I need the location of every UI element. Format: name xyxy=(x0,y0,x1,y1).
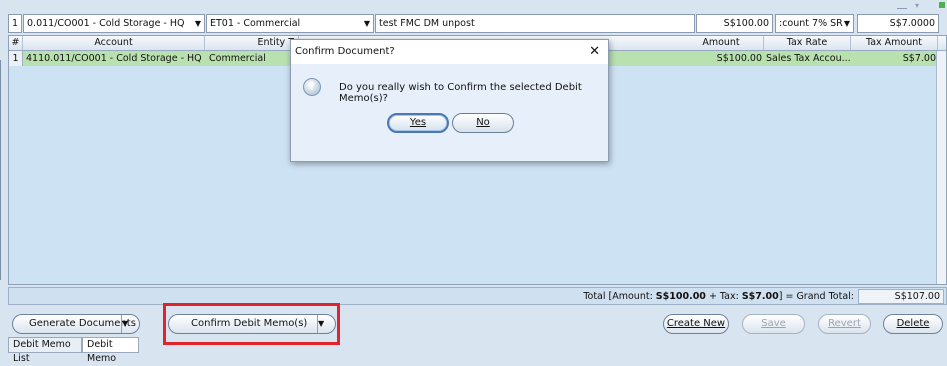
row-tax-amount: S$7.00 xyxy=(902,53,936,64)
entity-type-select[interactable]: ET01 - Commercial ▼ xyxy=(206,14,374,33)
tax-rate-value: :count 7% SR xyxy=(779,18,843,29)
vertical-scrollbar[interactable] xyxy=(936,51,946,284)
account-select[interactable]: 0.011/CO001 - Cold Storage - HQ ▼ xyxy=(23,14,205,33)
tab-debit-memo[interactable]: Debit Memo xyxy=(82,337,139,364)
totals-mid: + Tax: xyxy=(705,291,742,302)
totals-summary: Total [Amount: S$100.00 + Tax: S$7.00] =… xyxy=(583,288,854,305)
dialog-message: Do you really wish to Confirm the select… xyxy=(339,82,582,104)
totals-suffix: ] = Grand Total: xyxy=(778,291,854,302)
save-label: Save xyxy=(761,318,786,329)
totals-prefix: Total [Amount: xyxy=(583,291,656,302)
chevron-down-icon[interactable]: ▼ xyxy=(364,15,370,32)
row-number: 1 xyxy=(9,51,23,66)
dialog-body: ? Do you really wish to Confirm the sele… xyxy=(291,64,608,161)
chevron-down-icon[interactable]: ▼ xyxy=(195,15,201,32)
totals-amount: S$100.00 xyxy=(655,291,706,302)
grand-total-value: S$107.00 xyxy=(858,289,944,304)
column-header-tax-rate[interactable]: Tax Rate xyxy=(764,36,851,50)
no-label: No xyxy=(476,117,490,128)
dialog-title: Confirm Document? xyxy=(295,46,395,57)
question-icon: ? xyxy=(303,78,321,96)
column-header-amount[interactable]: Amount xyxy=(679,36,764,50)
account-value: 0.011/CO001 - Cold Storage - HQ xyxy=(27,18,185,29)
chevron-down-icon[interactable]: ▼ xyxy=(844,15,850,32)
description-input[interactable]: test FMC DM unpost xyxy=(375,14,695,33)
save-button[interactable]: Save xyxy=(742,314,805,334)
confirm-document-dialog: Confirm Document? ✕ ? Do you really wish… xyxy=(290,39,609,162)
revert-label: Revert xyxy=(828,318,861,329)
window-controls: ▾ xyxy=(877,0,947,12)
create-new-button[interactable]: Create New xyxy=(663,314,729,334)
tab-debit-memo-list[interactable]: Debit Memo List xyxy=(8,337,82,364)
column-header-number[interactable]: # xyxy=(9,36,23,50)
column-header-account[interactable]: Account xyxy=(23,36,205,50)
status-indicator-icon xyxy=(939,2,945,8)
generate-documents-button[interactable]: Generate Documents ▼ xyxy=(12,314,140,334)
delete-label: Delete xyxy=(896,318,930,329)
column-header-entity-type[interactable]: Entity T xyxy=(205,36,299,50)
left-splitter[interactable] xyxy=(0,60,3,280)
row-amount: S$100.00 xyxy=(716,53,762,64)
revert-button[interactable]: Revert xyxy=(818,314,871,334)
tax-rate-select[interactable]: :count 7% SR ▼ xyxy=(775,14,854,33)
chevron-down-icon[interactable]: ▼ xyxy=(121,315,139,333)
edit-row: 1 0.011/CO001 - Cold Storage - HQ ▼ ET01… xyxy=(8,14,947,34)
edit-row-number: 1 xyxy=(8,14,22,33)
delete-button[interactable]: Delete xyxy=(883,314,943,334)
no-button[interactable]: No xyxy=(452,113,514,133)
totals-bar: Total [Amount: S$100.00 + Tax: S$7.00] =… xyxy=(8,287,947,305)
tax-amount-input[interactable]: S$7.0000 xyxy=(857,14,939,33)
highlight-box xyxy=(163,303,340,345)
yes-button[interactable]: Yes xyxy=(387,113,449,133)
entity-type-value: ET01 - Commercial xyxy=(210,18,301,29)
create-new-label: Create New xyxy=(666,318,726,329)
amount-input[interactable]: S$100.00 xyxy=(696,14,773,33)
row-entity-type: Commercial xyxy=(209,53,266,64)
generate-documents-label: Generate Documents xyxy=(29,318,136,329)
column-header-tax-amount[interactable]: Tax Amount xyxy=(851,36,938,50)
chevron-down-icon[interactable]: ▾ xyxy=(915,1,925,10)
close-icon[interactable]: ✕ xyxy=(589,40,600,64)
totals-tax: S$7.00 xyxy=(741,291,779,302)
row-account: 4110.011/CO001 - Cold Storage - HQ xyxy=(26,53,202,64)
minimize-icon[interactable] xyxy=(897,1,907,9)
row-tax-rate: Sales Tax Accou... xyxy=(766,53,851,64)
yes-label: Yes xyxy=(409,117,427,128)
